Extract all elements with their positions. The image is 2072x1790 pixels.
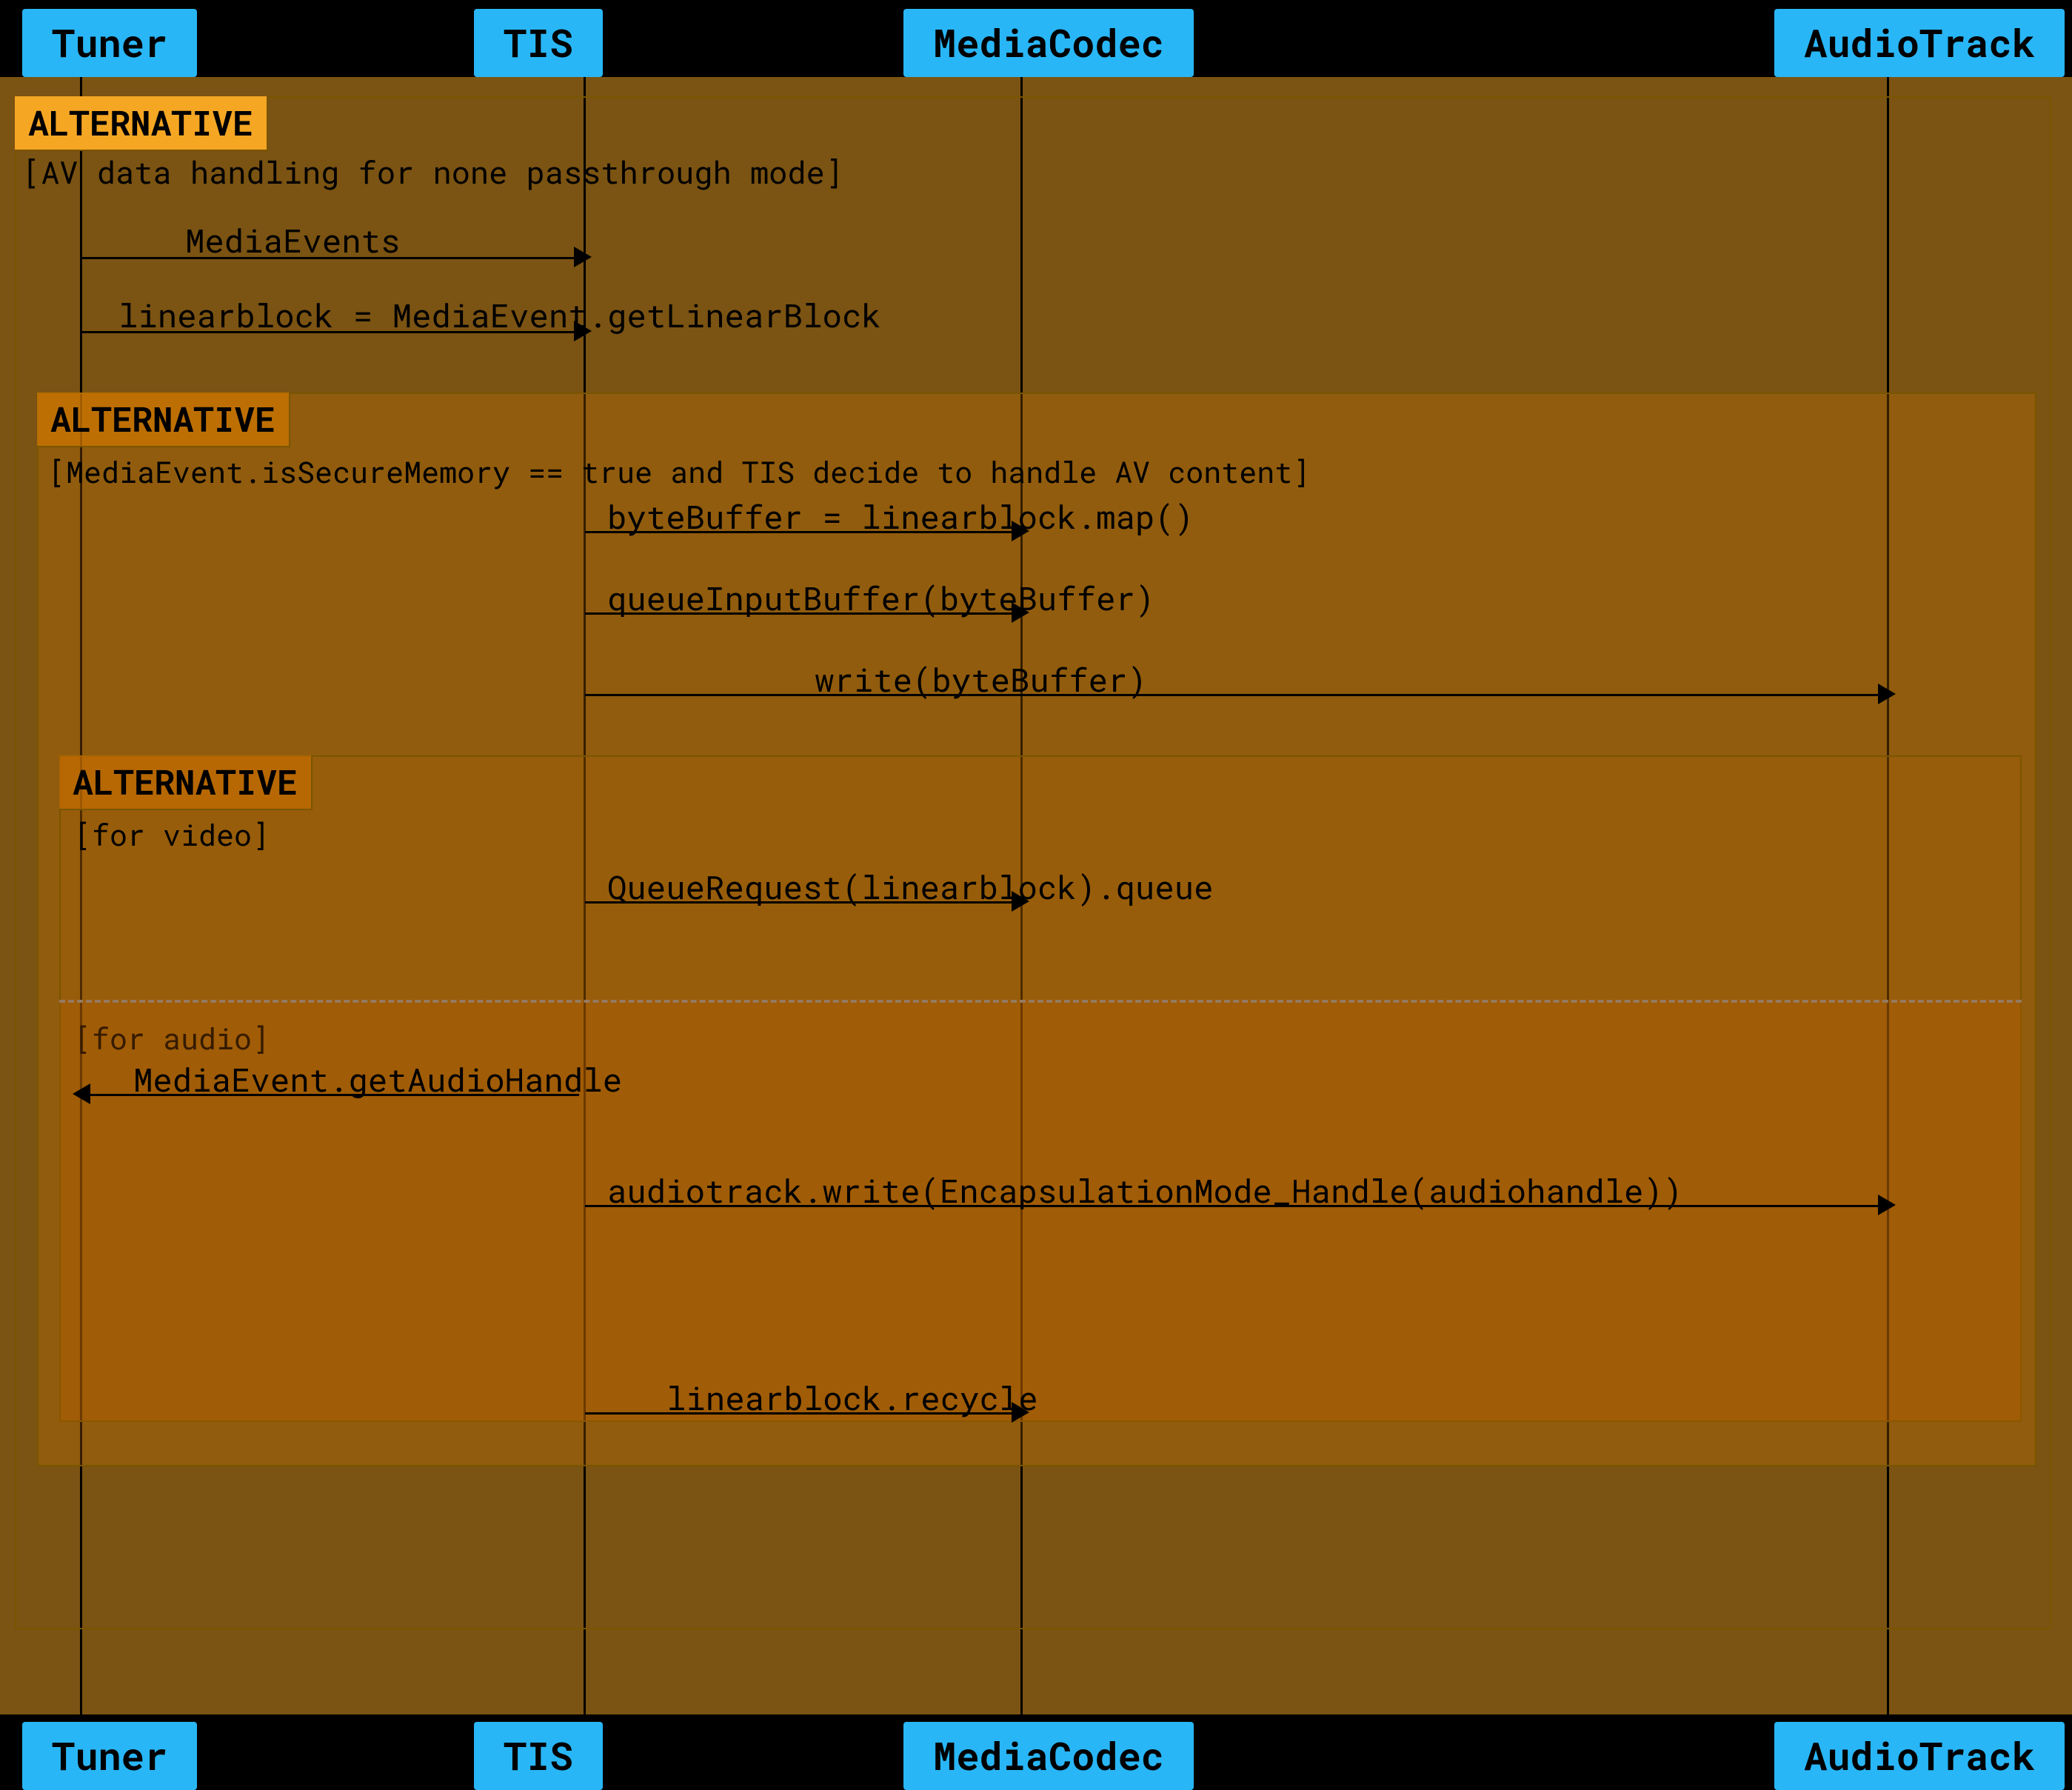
footer-bar: Tuner TIS MediaCodec AudioTrack	[0, 1714, 2072, 1790]
arrowhead-get-audio-handle	[73, 1083, 90, 1104]
arrowhead-write-byte	[1878, 684, 1896, 704]
actor-tis-header: TIS	[474, 9, 603, 77]
label-get-audio-handle: MediaEvent.getAudioHandle	[133, 1058, 622, 1101]
actor-mediacodec-footer: MediaCodec	[903, 1722, 1194, 1790]
actor-mediacodec-header: MediaCodec	[903, 9, 1194, 77]
label-media-events: MediaEvents	[185, 218, 400, 261]
label-write-byte: write(byteBuffer)	[815, 658, 1147, 701]
alt-outer-condition: [AV data handling for none passthrough m…	[22, 152, 843, 193]
alt-inner-condition: [MediaEvent.isSecureMemory == true and T…	[48, 452, 1310, 491]
label-linearblock-recycle: linearblock.recycle	[666, 1376, 1038, 1419]
header-bar: Tuner TIS MediaCodec AudioTrack	[0, 0, 2072, 77]
actor-audiotrack-header: AudioTrack	[1774, 9, 2065, 77]
alt-video-condition: [for video]	[74, 815, 270, 854]
actor-audiotrack-footer: AudioTrack	[1774, 1722, 2065, 1790]
label-get-linearblock: linearblock = MediaEvent.getLinearBlock	[118, 293, 881, 336]
label-bytebuffer: byteBuffer = linearblock.map()	[607, 495, 1194, 538]
label-audiotrack-write: audiotrack.write(EncapsulationMode_Handl…	[607, 1169, 1682, 1212]
arrowhead-audiotrack-write	[1878, 1195, 1896, 1215]
actor-tuner-footer: Tuner	[22, 1722, 197, 1790]
alt-outer-label: ALTERNATIVE	[15, 96, 268, 151]
arrowhead-media-events	[574, 247, 592, 267]
actor-tis-footer: TIS	[474, 1722, 603, 1790]
arrow-write-byte	[585, 694, 1882, 696]
diagram-area: ALTERNATIVE [AV data handling for none p…	[0, 0, 2072, 1790]
alt-inner-label: ALTERNATIVE	[37, 393, 290, 447]
label-queue-request: QueueRequest(linearblock).queue	[607, 865, 1214, 908]
actor-tuner-header: Tuner	[22, 9, 197, 77]
label-queue-input: queueInputBuffer(byteBuffer)	[607, 576, 1154, 619]
alt-inner2-label: ALTERNATIVE	[59, 755, 313, 810]
